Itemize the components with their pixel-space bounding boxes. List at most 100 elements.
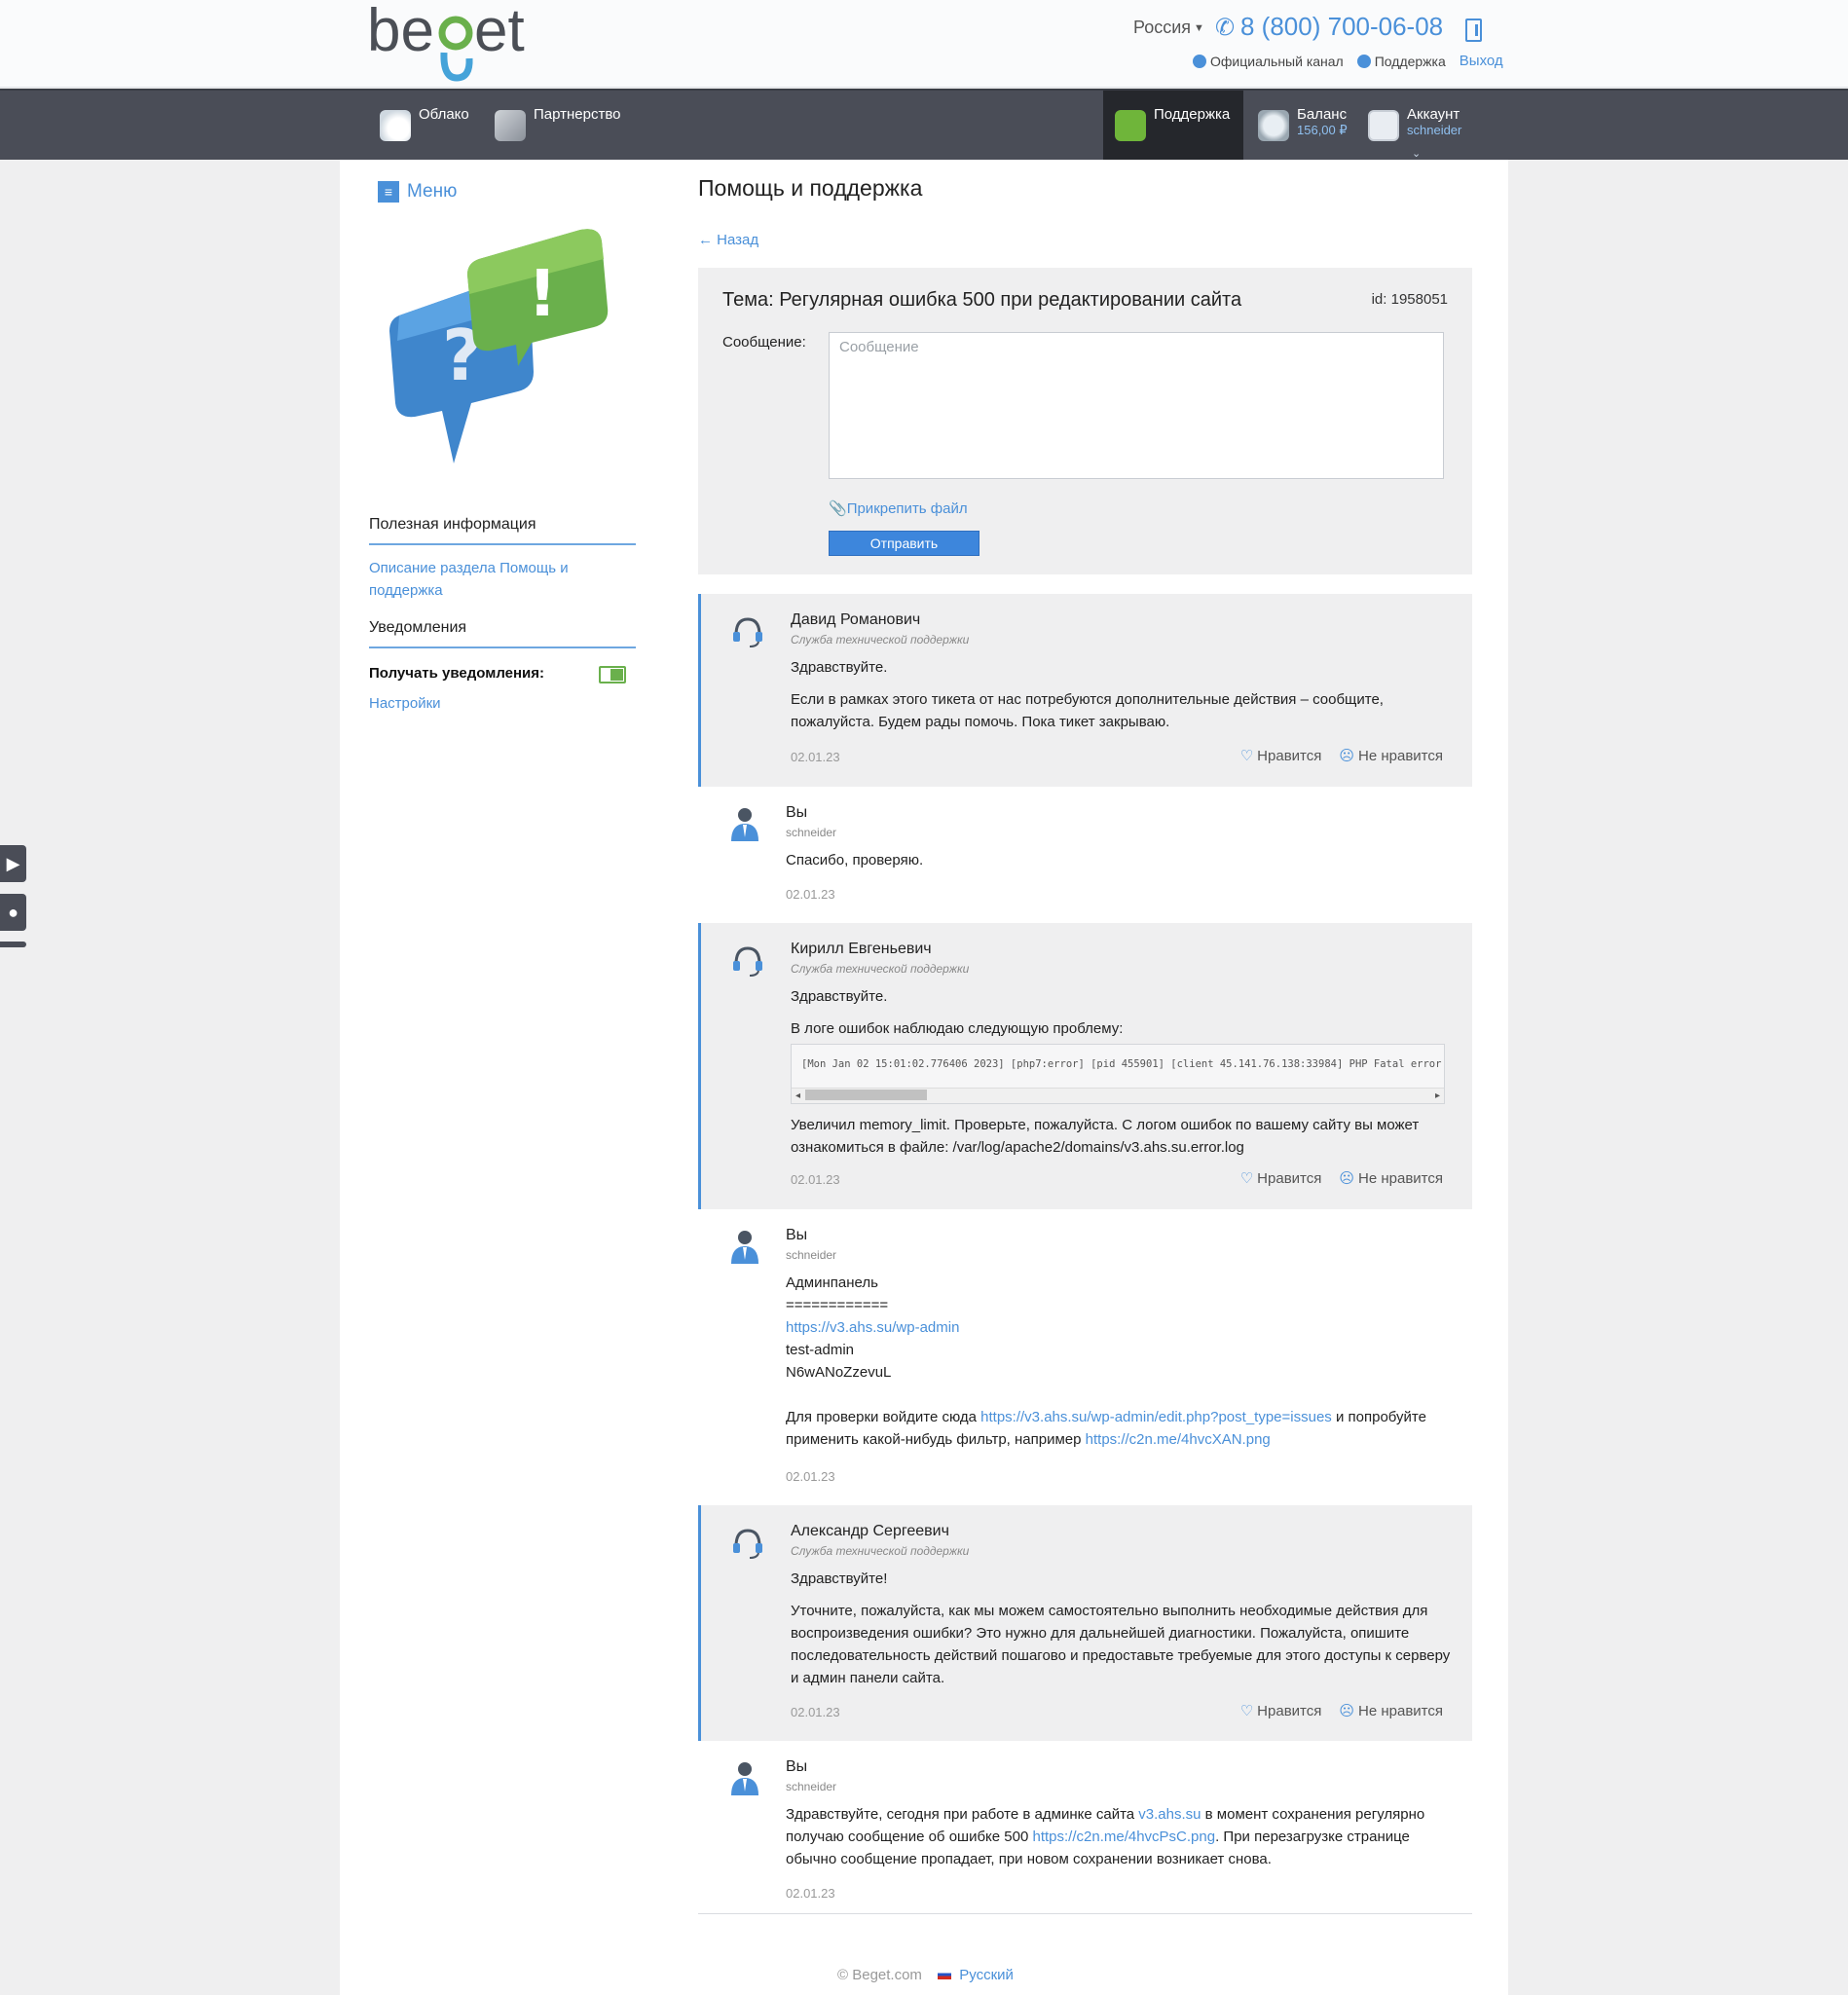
user-avatar-icon: [731, 808, 758, 841]
back-link[interactable]: ← Назад: [698, 232, 758, 248]
official-channel-link[interactable]: Официальный канал: [1193, 54, 1344, 69]
message-date: 02.01.23: [791, 1172, 840, 1187]
horizontal-scrollbar[interactable]: ◂ ▸: [792, 1088, 1444, 1103]
coins-chart-icon: [495, 110, 526, 141]
russia-flag-icon: [938, 1970, 952, 1979]
message-paragraph: Здравствуйте!: [791, 1570, 888, 1587]
nav-cloud-label: Облако: [419, 106, 469, 123]
more-apps-tab[interactable]: [0, 942, 26, 947]
dislike-button[interactable]: ☹ Не нравится: [1339, 1702, 1443, 1719]
like-button[interactable]: ♡ Нравится: [1240, 1169, 1322, 1187]
region-select[interactable]: Россия ▼: [1133, 18, 1204, 38]
message-body: Спасибо, проверяю.: [786, 849, 1448, 881]
message-line: N6wANoZzevuL: [786, 1364, 892, 1381]
scroll-left-icon[interactable]: ◂: [795, 1090, 800, 1101]
message-user: Вы schneider Спасибо, проверяю. 02.01.23: [698, 787, 1472, 923]
message-role: Служба технической поддержки: [791, 1544, 970, 1558]
logout-link[interactable]: Выход: [1460, 53, 1503, 69]
screenshot-link[interactable]: https://c2n.me/4hvcPsC.png: [1032, 1829, 1215, 1845]
notifications-heading: Уведомления: [369, 619, 636, 648]
nav-balance[interactable]: Баланс 156,00 ₽: [1258, 91, 1348, 160]
message-staff: Кирилл Евгеньевич Служба технической под…: [698, 923, 1472, 1209]
screenshot-link[interactable]: https://c2n.me/4hvcXAN.png: [1086, 1431, 1271, 1448]
nav-cloud[interactable]: Облако: [380, 91, 469, 160]
scrollbar-thumb[interactable]: [805, 1090, 927, 1100]
message-body: Здравствуйте. В логе ошибок наблюдаю сле…: [791, 985, 1453, 1050]
google-play-icon[interactable]: ▶: [0, 845, 26, 882]
menu-label: Меню: [407, 181, 458, 202]
support-telegram-link[interactable]: Поддержка: [1356, 54, 1446, 69]
top-links: Официальный канал Поддержка Выход: [1193, 53, 1503, 69]
message-paragraph: Уточните, пожалуйста, как мы можем самос…: [791, 1603, 1451, 1686]
like-button[interactable]: ♡ Нравится: [1240, 747, 1322, 764]
message-author: Вы: [786, 1227, 808, 1243]
message-role: schneider: [786, 826, 837, 839]
message-author: Вы: [786, 1758, 808, 1775]
main-nav: Облако Партнерство Поддержка Баланс 156,…: [0, 89, 1848, 160]
chevron-down-icon[interactable]: ⌄: [1412, 147, 1421, 160]
message-author: Александр Сергеевич: [791, 1523, 949, 1539]
svg-text:et: et: [474, 2, 525, 64]
site-link[interactable]: v3.ahs.su: [1138, 1806, 1201, 1823]
message-text: Здравствуйте, сегодня при работе в админ…: [786, 1806, 1139, 1823]
caret-down-icon: ▼: [1194, 22, 1204, 34]
nav-support-label: Поддержка: [1154, 106, 1231, 123]
telegram-icon: [1193, 54, 1206, 68]
message-line: Админпанель: [786, 1275, 878, 1291]
message-staff: Давид Романович Служба технической подде…: [698, 594, 1472, 787]
nav-partnership[interactable]: Партнерство: [495, 91, 621, 160]
apple-icon[interactable]: ●: [0, 894, 26, 931]
message-date: 02.01.23: [786, 887, 835, 902]
dislike-button[interactable]: ☹ Не нравится: [1339, 1169, 1443, 1187]
top-header: be et Россия ▼ ✆ 8 (800) 700-06-08 Официал…: [0, 0, 1848, 88]
balance-value: 156,00 ₽: [1297, 123, 1348, 137]
message-body: Здравствуйте! Уточните, пожалуйста, как …: [791, 1568, 1453, 1699]
like-label: Нравится: [1257, 1170, 1322, 1187]
message-line: test-admin: [786, 1342, 855, 1358]
message-user: Вы schneider Админпанель ============ ht…: [698, 1209, 1472, 1505]
like-button[interactable]: ♡ Нравится: [1240, 1702, 1322, 1719]
log-code-block[interactable]: [Mon Jan 02 15:01:02.776406 2023] [php7:…: [791, 1044, 1445, 1104]
message-paragraph: Здравствуйте.: [791, 988, 888, 1005]
message-staff: Александр Сергеевич Служба технической п…: [698, 1505, 1472, 1741]
message-paragraph: Если в рамках этого тикета от нас потреб…: [791, 691, 1384, 730]
message-line: ============: [786, 1297, 889, 1313]
message-date: 02.01.23: [786, 1469, 835, 1484]
beget-logo[interactable]: be et: [367, 0, 533, 84]
user-avatar-icon: [731, 1231, 758, 1264]
message-user: Вы schneider Здравствуйте, сегодня при р…: [698, 1741, 1472, 1912]
message-role: schneider: [786, 1248, 837, 1262]
headset-icon: [733, 1529, 762, 1559]
menu-button[interactable]: ≡ Меню: [378, 181, 457, 203]
message-paragraph: Здравствуйте, сегодня при работе в админ…: [786, 1803, 1448, 1870]
message-body: Увеличил memory_limit. Проверьте, пожалу…: [791, 1114, 1453, 1168]
scroll-right-icon[interactable]: ▸: [1435, 1090, 1440, 1101]
message-body: Здравствуйте, сегодня при работе в админ…: [786, 1803, 1448, 1870]
like-label: Нравится: [1257, 748, 1322, 764]
door-icon[interactable]: [1465, 18, 1482, 42]
useful-info-heading: Полезная информация: [369, 516, 636, 545]
headset-icon: [733, 946, 762, 977]
dislike-button[interactable]: ☹ Не нравится: [1339, 747, 1443, 764]
issues-link[interactable]: https://v3.ahs.su/wp-admin/edit.php?post…: [980, 1409, 1332, 1425]
settings-link[interactable]: Настройки: [369, 692, 603, 715]
message-rating: ♡ Нравится ☹ Не нравится: [1240, 1169, 1443, 1187]
language-link[interactable]: Русский: [959, 1967, 1014, 1983]
dislike-label: Не нравится: [1358, 1170, 1443, 1187]
account-card-icon: [1368, 110, 1399, 141]
help-section-description-link[interactable]: Описание раздела Помощь и поддержка: [369, 557, 603, 602]
logo-graphic: be et: [367, 0, 525, 82]
nav-support[interactable]: Поддержка: [1103, 91, 1243, 160]
attach-file-link[interactable]: 📎Прикрепить файл: [829, 499, 968, 517]
message-role: Служба технической поддержки: [791, 962, 970, 976]
message-textarea[interactable]: [829, 332, 1444, 479]
wp-admin-link[interactable]: https://v3.ahs.su/wp-admin: [786, 1319, 959, 1336]
help-chat-bubbles-illustration: ? !: [389, 229, 609, 463]
notifications-toggle[interactable]: [599, 666, 626, 683]
heart-icon: ♡: [1239, 748, 1254, 764]
message-body: Админпанель ============ https://v3.ahs.…: [786, 1272, 1448, 1451]
send-button[interactable]: Отправить: [829, 531, 979, 556]
frown-face-icon: ☹: [1339, 1170, 1355, 1187]
support-phone[interactable]: ✆ 8 (800) 700-06-08: [1215, 12, 1443, 42]
